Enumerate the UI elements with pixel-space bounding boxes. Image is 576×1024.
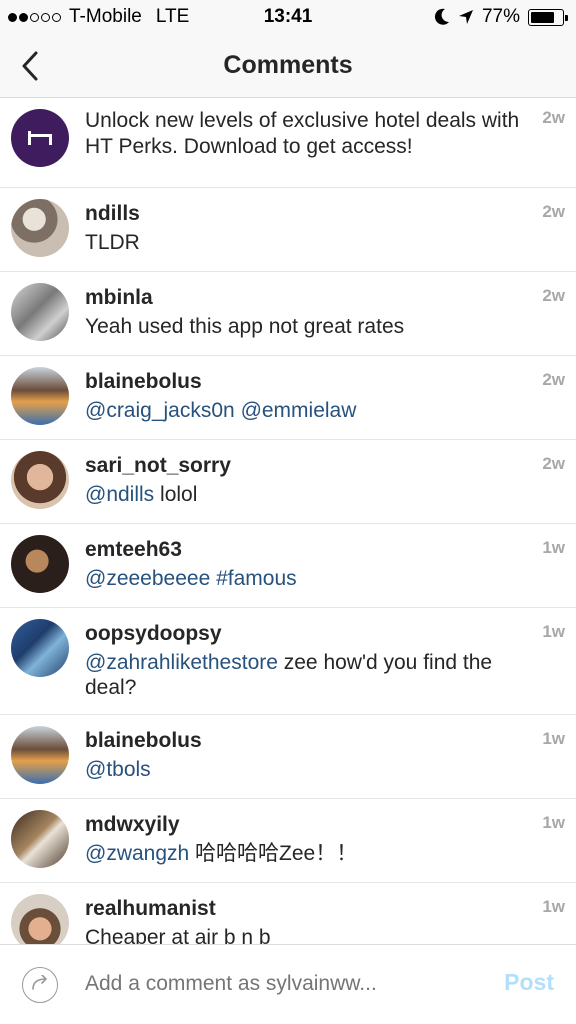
timestamp: 2w [542,202,565,221]
username[interactable]: realhumanist [85,896,526,922]
username[interactable]: oopsydoopsy [85,621,526,647]
battery-fill [531,11,555,23]
avatar[interactable] [11,283,69,341]
comment-text: TLDR [85,230,526,255]
mention-link[interactable]: #famous [216,567,297,590]
status-bar: T-Mobile LTE 13:41 77% [0,0,576,34]
page-title: Comments [223,51,353,79]
comment-item[interactable]: oopsydoopsy @zahrahlikethestore zee how'… [0,608,576,715]
avatar[interactable] [11,199,69,257]
battery-percent: 77% [481,6,520,27]
mention-link[interactable]: @zwangzh [85,842,189,865]
avatar[interactable] [11,109,69,167]
comment-text: Unlock new levels of exclusive hotel dea… [85,108,526,160]
timestamp: 2w [542,108,565,127]
location-arrow-icon [458,10,473,24]
comments-list: Unlock new levels of exclusive hotel dea… [0,98,576,967]
comment-text: @zahrahlikethestore zee how'd you find t… [85,650,526,700]
mention-link[interactable]: @emmielaw [241,399,357,422]
username[interactable]: emteeh63 [85,537,526,563]
status-right: 77% [434,6,568,28]
comment-text-part: lolol [154,483,198,506]
username[interactable]: sari_not_sorry [85,453,526,479]
timestamp: 1w [542,813,565,832]
avatar[interactable] [11,451,69,509]
mention-link[interactable]: @tbols [85,758,151,781]
timestamp: 2w [542,286,565,305]
bed-logo-icon [28,131,52,145]
username[interactable]: mbinla [85,285,526,311]
comment-text-part: Yeah used this app not great rates [85,315,405,338]
comment-text: Yeah used this app not great rates [85,314,526,339]
timestamp: 1w [542,622,565,641]
comment-text-part: 哈哈哈哈Zee！！ [189,842,358,865]
post-button[interactable]: Post [504,969,554,996]
comment-item[interactable]: sari_not_sorry @ndills lolol 2w [0,440,576,524]
username[interactable]: mdwxyily [85,812,526,838]
timestamp: 1w [542,538,565,557]
username[interactable]: blainebolus [85,728,526,754]
avatar[interactable] [11,726,69,784]
nav-bar: Comments [0,34,576,98]
username[interactable]: ndills [85,201,526,227]
do-not-disturb-moon-icon [434,8,449,25]
mention-link[interactable]: @zahrahlikethestore [85,651,278,674]
sponsored-comment[interactable]: Unlock new levels of exclusive hotel dea… [0,98,576,188]
timestamp: 1w [542,729,565,748]
comment-item[interactable]: blainebolus @tbols 1w [0,715,576,799]
avatar[interactable] [11,619,69,677]
comment-input[interactable] [85,972,465,996]
comment-text: @zwangzh 哈哈哈哈Zee！！ [85,841,526,866]
avatar[interactable] [11,367,69,425]
comment-text: @tbols [85,757,526,782]
comment-text: @craig_jacks0n @emmielaw [85,398,526,423]
battery-icon [528,8,568,26]
mention-link[interactable]: @craig_jacks0n [85,399,235,422]
comment-text: @ndills lolol [85,482,526,507]
comment-text: @zeeebeeee #famous [85,566,526,591]
avatar[interactable] [11,535,69,593]
comment-item[interactable]: emteeh63 @zeeebeeee #famous 1w [0,524,576,608]
timestamp: 2w [542,370,565,389]
comment-text-part: TLDR [85,231,140,254]
mention-link[interactable]: @ndills [85,483,154,506]
timestamp: 2w [542,454,565,473]
avatar[interactable] [11,810,69,868]
comment-input-bar: Post [0,944,576,1024]
comment-item[interactable]: mdwxyily @zwangzh 哈哈哈哈Zee！！ 1w [0,799,576,883]
reply-arrow-icon[interactable] [22,967,58,1003]
username[interactable]: blainebolus [85,369,526,395]
mention-link[interactable]: @zeeebeeee [85,567,210,590]
timestamp: 1w [542,897,565,916]
comment-text-part: Unlock new levels of exclusive hotel dea… [85,109,520,158]
comment-item[interactable]: mbinla Yeah used this app not great rate… [0,272,576,356]
comment-item[interactable]: blainebolus @craig_jacks0n @emmielaw 2w [0,356,576,440]
comment-item[interactable]: ndills TLDR 2w [0,188,576,272]
